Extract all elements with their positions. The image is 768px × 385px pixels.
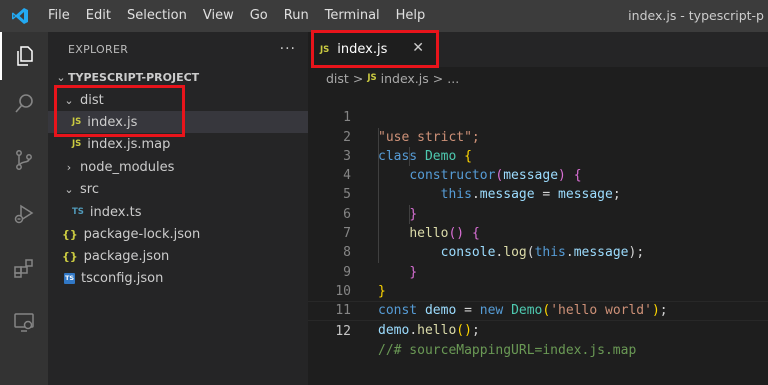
breadcrumb-separator: > [352, 70, 364, 86]
code-line: 5 } [308, 166, 768, 221]
menu-file[interactable]: File [40, 0, 78, 32]
window-title: index.js - typescript-p [628, 8, 764, 23]
folder-src-label: src [80, 181, 99, 197]
code-line: 2 class Demo { [308, 108, 768, 164]
menu-bar: File Edit Selection View Go Run Terminal… [40, 0, 433, 32]
tab-index-js[interactable]: JS index.js ✕ [308, 32, 438, 67]
explorer-title: EXPLORER [68, 42, 129, 56]
file-index-ts-label: index.ts [89, 204, 142, 220]
code-line: 11 demo.hello(); [308, 282, 768, 337]
folder-src[interactable]: ⌄ src [48, 178, 308, 200]
breadcrumb: dist > JS index.js > ... [308, 67, 768, 89]
folder-dist-label: dist [80, 92, 104, 108]
breadcrumb-folder[interactable]: dist [326, 71, 349, 86]
code-line: 4 this.message = message; [308, 147, 768, 202]
line-number: 12 [335, 323, 351, 339]
explorer-icon[interactable] [0, 32, 48, 80]
remote-explorer-icon[interactable] [0, 298, 48, 346]
code-line: 6 hello() { [308, 186, 768, 241]
file-index-js-label: index.js [87, 114, 138, 130]
js-file-icon: JS [72, 117, 82, 127]
file-package-lock-json[interactable]: {} package-lock.json [48, 223, 308, 245]
activity-bar [0, 32, 48, 385]
code-text: demo.hello(); [378, 322, 480, 338]
menu-go[interactable]: Go [242, 0, 276, 32]
run-debug-icon[interactable] [0, 190, 48, 238]
breadcrumb-separator: > [432, 70, 444, 86]
chevron-down-icon: ⌄ [64, 93, 74, 107]
json-file-icon: {} [62, 249, 78, 263]
folder-node-modules-label: node_modules [80, 159, 175, 175]
file-package-json-label: package.json [83, 248, 170, 264]
line-12-text: //# sourceMappingURL=index.js.map [378, 342, 637, 358]
breadcrumb-symbols[interactable]: ... [447, 71, 459, 86]
code-text: //# sourceMappingURL=index.js.map [378, 341, 636, 360]
chevron-down-icon: ⌄ [64, 182, 74, 196]
file-tsconfig-json[interactable]: TS tsconfig.json [48, 267, 308, 289]
editor-area: JS index.js ✕ dist > JS index.js > ... 1… [308, 32, 768, 385]
chevron-right-icon: › [66, 160, 72, 174]
js-file-icon: JS [367, 73, 377, 83]
menu-terminal[interactable]: Terminal [317, 0, 388, 32]
code-line: 8 } [308, 224, 768, 279]
code-line: 7 console.log(this.message); [308, 205, 768, 260]
file-index-js-map[interactable]: JS index.js.map [48, 133, 308, 155]
menu-view[interactable]: View [195, 0, 242, 32]
code-line: 3 constructor(message) { [308, 128, 768, 183]
file-tsconfig-json-label: tsconfig.json [81, 270, 164, 286]
search-icon[interactable] [0, 80, 48, 128]
file-index-ts[interactable]: TS index.ts [48, 201, 308, 223]
tsconfig-file-icon: TS [64, 272, 75, 284]
menu-run[interactable]: Run [276, 0, 317, 32]
more-actions-icon[interactable]: ··· [280, 41, 296, 57]
chevron-down-icon: ⌄ [56, 70, 66, 84]
js-file-icon: JS [320, 44, 330, 55]
project-root-folder[interactable]: ⌄ TYPESCRIPT-PROJECT [48, 66, 308, 88]
tab-label: index.js [337, 42, 388, 57]
code-line: 10 const demo = new Demo('hello world'); [308, 263, 768, 318]
js-file-icon: JS [72, 139, 82, 149]
close-icon[interactable]: ✕ [412, 40, 424, 56]
extensions-icon[interactable] [0, 244, 48, 292]
folder-node-modules[interactable]: › node_modules [48, 156, 308, 178]
file-package-json[interactable]: {} package.json [48, 245, 308, 267]
editor-tab-bar: JS index.js ✕ [308, 32, 768, 67]
folder-dist[interactable]: ⌄ dist [48, 89, 308, 111]
code-line-current: 12 //# sourceMappingURL=index.js.map [308, 301, 768, 358]
vscode-logo-icon [0, 0, 40, 32]
explorer-sidebar: EXPLORER ··· ⌄ TYPESCRIPT-PROJECT ⌄ dist… [48, 32, 308, 385]
project-root-label: TYPESCRIPT-PROJECT [68, 70, 200, 84]
explorer-header: EXPLORER ··· [48, 32, 308, 66]
file-index-js-map-label: index.js.map [87, 136, 171, 152]
code-line: 9 } [308, 243, 768, 299]
menu-selection[interactable]: Selection [119, 0, 195, 32]
menu-edit[interactable]: Edit [78, 0, 119, 32]
file-index-js[interactable]: JS index.js [48, 111, 308, 133]
file-package-lock-json-label: package-lock.json [83, 226, 201, 242]
ts-file-icon: TS [72, 207, 84, 217]
source-control-icon[interactable] [0, 136, 48, 184]
json-file-icon: {} [62, 227, 78, 241]
breadcrumb-file[interactable]: index.js [381, 71, 429, 86]
title-bar: File Edit Selection View Go Run Terminal… [0, 0, 768, 32]
code-line: 1 "use strict"; [308, 89, 768, 144]
menu-help[interactable]: Help [388, 0, 434, 32]
